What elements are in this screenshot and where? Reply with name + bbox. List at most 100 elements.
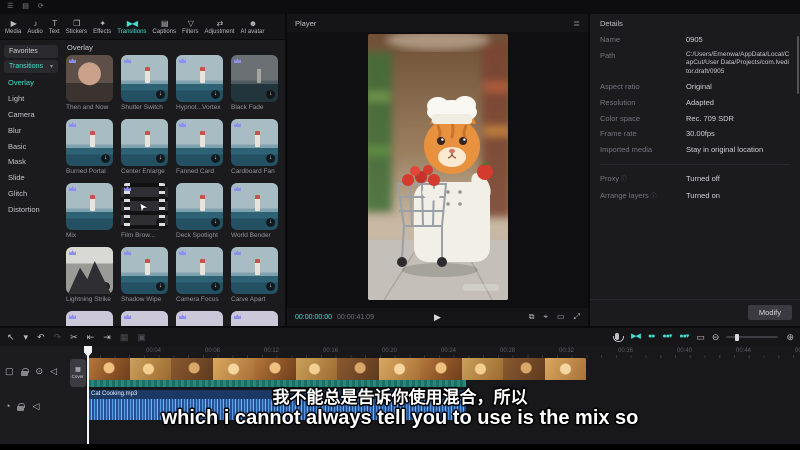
crop-icon[interactable]: ▣	[137, 329, 145, 345]
sidebar-item-basic[interactable]: Basic	[0, 138, 62, 154]
tab-captions[interactable]: ▤Captions	[149, 18, 179, 36]
sidebar-item-camera[interactable]: Camera	[0, 107, 62, 123]
ruler-label: 00:48	[795, 348, 800, 354]
ruler-label: 00:12	[264, 348, 279, 354]
menu-icon[interactable]: ☰	[7, 0, 13, 14]
vip-crown-icon	[234, 58, 241, 63]
mute-track-icon[interactable]: ◁	[32, 398, 38, 414]
transition-tile[interactable]: ↓Camera Focus	[176, 247, 223, 304]
split-icon[interactable]: ✂	[70, 329, 77, 345]
trim-left-icon[interactable]: ⇤	[87, 329, 94, 345]
select-tool-icon[interactable]: ↖	[7, 329, 14, 345]
voiceover-mic-icon[interactable]	[615, 333, 619, 340]
tab-filters[interactable]: ▽Filters	[179, 18, 201, 36]
toggle-track-icon[interactable]: ▢	[5, 363, 13, 379]
main-area: ▶Media♪AudioTText❐Stickers✦Effects▶◀Tran…	[0, 14, 800, 326]
trim-right-icon[interactable]: ⇥	[103, 329, 110, 345]
transition-tile[interactable]	[176, 311, 223, 326]
cover-button[interactable]: ▦ Cover	[70, 359, 86, 387]
details-scrollbar[interactable]	[797, 36, 799, 94]
detail-label: Imported media	[600, 145, 686, 155]
timeline-ruler[interactable]: 00:0400:0800:1200:1600:2000:2400:2800:32…	[85, 346, 800, 358]
tab-stickers[interactable]: ❐Stickers	[63, 18, 90, 36]
sidebar-item-glitch[interactable]: Glitch	[0, 185, 62, 201]
duration-timecode: 00:00:41:09	[337, 314, 374, 321]
sync-icon[interactable]: ⟳	[38, 0, 44, 14]
detail-row: Arrange layers ⓘTurned on	[600, 191, 790, 202]
transition-tile[interactable]: Mix	[66, 183, 113, 240]
ruler-label: 00:36	[618, 348, 633, 354]
play-button[interactable]: ▶	[434, 312, 441, 323]
lock-track-icon[interactable]	[21, 371, 28, 376]
video-clip-thumbnails	[88, 358, 586, 380]
snap-magnet-icon[interactable]: ▶◀	[631, 329, 640, 345]
transition-tile[interactable]	[121, 311, 168, 326]
sidebar-item-mask[interactable]: Mask	[0, 154, 62, 170]
tab-adjustment[interactable]: ⇄Adjustment	[201, 18, 237, 36]
tab-effects[interactable]: ✦Effects	[90, 18, 114, 36]
select-caret-icon[interactable]: ▾	[24, 329, 28, 345]
fullscreen-icon[interactable]: ⤢	[574, 312, 580, 322]
transition-tile[interactable]: ↓World Bender	[231, 183, 278, 240]
favorites-button[interactable]: Favorites	[4, 45, 58, 58]
track-options-icon[interactable]: ●●▾	[679, 329, 688, 345]
tab-transitions[interactable]: ▶◀Transitions	[114, 18, 149, 36]
hide-track-icon[interactable]: ⊙	[36, 363, 43, 379]
transition-tile[interactable]: ↓Carve Apart	[231, 247, 278, 304]
tab-text[interactable]: TText	[46, 18, 63, 36]
sidebar-item-light[interactable]: Light	[0, 91, 62, 107]
delete-icon[interactable]: ▦	[120, 329, 128, 345]
tab-audio[interactable]: ♪Audio	[24, 18, 45, 36]
undo-icon[interactable]: ↶	[37, 329, 44, 345]
transition-tile[interactable]: ↓Center Enlarge	[121, 119, 168, 176]
tab-label: Stickers	[66, 29, 87, 35]
captions-icon: ▤	[161, 19, 168, 28]
transition-tile[interactable]: ↓➤Film Brow...	[121, 183, 168, 240]
preview-quality-icon[interactable]: ▭	[696, 329, 704, 345]
transition-tile[interactable]: ↓Black Fade	[231, 55, 278, 112]
transition-thumbnail: ↓	[121, 247, 168, 294]
zoom-slider-knob[interactable]	[735, 334, 739, 341]
transition-tile[interactable]: ↓Fanned Card	[176, 119, 223, 176]
tab-media[interactable]: ▶Media	[2, 18, 24, 36]
transition-tile[interactable]: ↓Hypnot...Vortex	[176, 55, 223, 112]
transition-thumbnail	[66, 55, 113, 102]
modify-button[interactable]: Modify	[748, 305, 792, 320]
redo-icon[interactable]: ↷	[54, 329, 61, 345]
details-header: Details	[590, 14, 800, 32]
lock-track-icon[interactable]	[17, 406, 24, 411]
category-dropdown[interactable]: Transitions ▾	[4, 60, 58, 73]
transition-tile[interactable]: Then and Now	[66, 55, 113, 112]
keyframe-options-icon[interactable]: ●●▾	[662, 329, 671, 345]
vip-crown-icon	[179, 250, 186, 255]
playhead-line[interactable]	[87, 346, 89, 444]
transition-tile[interactable]: ↓Burned Portal	[66, 119, 113, 176]
audio-scope-icon[interactable]: ◔	[5, 398, 9, 414]
transition-tile[interactable]: ↓Lightning Strike	[66, 247, 113, 304]
sidebar-item-overlay[interactable]: Overlay	[0, 75, 62, 91]
video-frame[interactable]	[368, 34, 508, 300]
focus-icon[interactable]: ⌖	[544, 312, 549, 322]
transition-tile[interactable]	[66, 311, 113, 326]
transition-tile[interactable]: ↓Shutter Switch	[121, 55, 168, 112]
tab-ai-avatar[interactable]: ☻AI avatar	[237, 18, 267, 36]
sidebar-item-slide[interactable]: Slide	[0, 170, 62, 186]
sidebar-item-distortion[interactable]: Distortion	[0, 201, 62, 217]
transition-tile[interactable]: ↓Deck Spotlight	[176, 183, 223, 240]
detail-value: C:/Users/Emenwa/AppData/Local/CapCut/Use…	[686, 51, 790, 76]
mute-track-icon[interactable]: ◁	[50, 363, 56, 379]
link-clips-icon[interactable]: ●●	[648, 329, 654, 345]
tab-label: Text	[49, 29, 60, 35]
transition-tile[interactable]: ↓Shadow Wipe	[121, 247, 168, 304]
ratio-icon[interactable]: ▭	[557, 312, 565, 322]
layout-icon[interactable]: ▤	[22, 0, 29, 14]
zoom-out-icon[interactable]: ⊖	[712, 329, 719, 345]
player-menu-icon[interactable]: ≣	[573, 19, 580, 28]
zoom-in-icon[interactable]: ⊕	[786, 329, 793, 345]
vip-crown-icon	[179, 314, 186, 319]
transition-tile[interactable]	[231, 311, 278, 326]
zoom-slider[interactable]	[726, 336, 778, 338]
transition-tile[interactable]: ↓Cardboard Fan	[231, 119, 278, 176]
sidebar-item-blur[interactable]: Blur	[0, 122, 62, 138]
screen-icon[interactable]: ⧉	[529, 312, 535, 322]
